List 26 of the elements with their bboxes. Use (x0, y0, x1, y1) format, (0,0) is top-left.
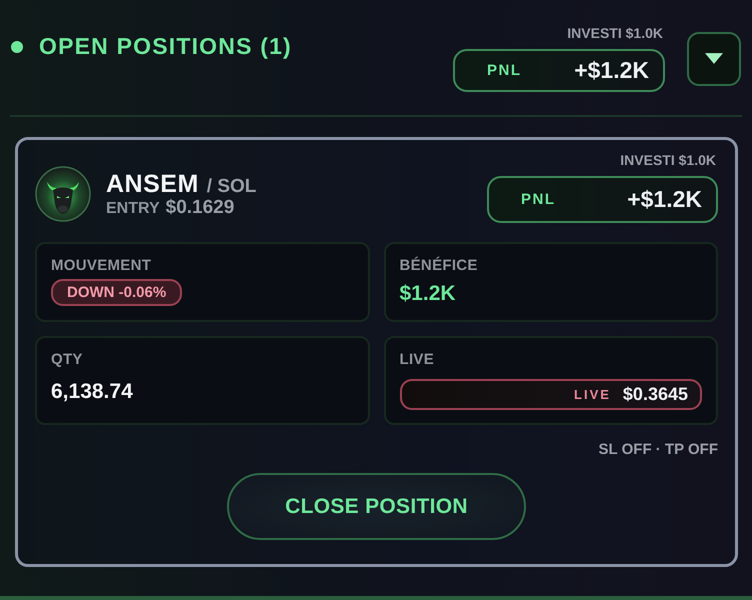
stat-label: MOUVEMENT (51, 257, 152, 274)
pnl-label: PNL (521, 191, 556, 208)
bull-logo-icon (35, 166, 91, 222)
live-tag: LIVE (574, 387, 611, 402)
caret-icon (705, 53, 723, 64)
close-position-button[interactable]: CLOSE POSITION (227, 473, 526, 540)
entry-label: ENTRY (106, 200, 160, 218)
entry-price: $0.1629 (166, 196, 234, 218)
movement-badge: DOWN -0.06% (51, 279, 182, 306)
pnl-value: +$1.2K (574, 57, 649, 84)
stat-label: LIVE (400, 351, 434, 368)
pnl-label: PNL (487, 62, 522, 79)
dropdown-button[interactable] (687, 32, 741, 86)
stat-value: $1.2K (400, 282, 456, 306)
invested-amount: INVESTI $1.0K (620, 152, 716, 168)
token-symbol: ANSEM (106, 170, 199, 198)
invested-amount: INVESTI $1.0K (567, 25, 663, 41)
stat-label: BÉNÉFICE (400, 257, 478, 274)
pnl-value: +$1.2K (627, 186, 702, 213)
section-title: OPEN POSITIONS (1) (39, 33, 292, 60)
status-dot-icon (11, 40, 23, 52)
stat-value: 6,138.74 (51, 380, 133, 404)
stop-settings-text: SL OFF · TP OFF (598, 441, 718, 458)
pair-label: / SOL (206, 176, 256, 198)
stat-label: QTY (51, 351, 83, 368)
live-price: $0.3645 (622, 384, 688, 405)
